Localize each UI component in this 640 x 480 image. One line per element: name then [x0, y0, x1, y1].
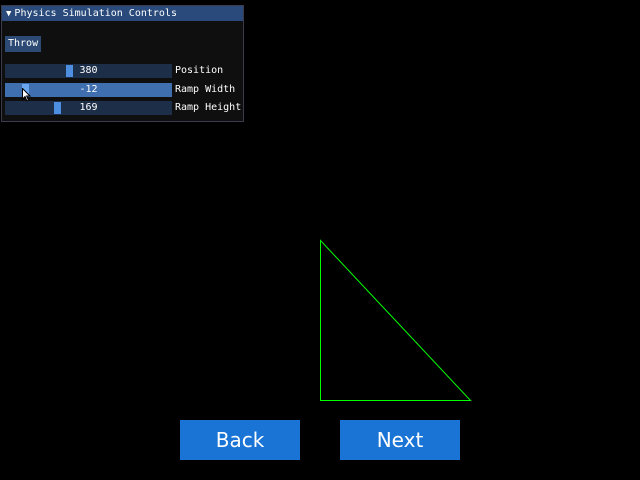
collapse-arrow-icon[interactable]: ▼	[6, 7, 11, 22]
panel-header[interactable]: ▼ Physics Simulation Controls	[2, 6, 243, 21]
back-button[interactable]: Back	[180, 420, 300, 460]
mouse-cursor-icon	[22, 88, 32, 102]
slider-value: 380	[79, 65, 98, 76]
slider-label: Ramp Width	[175, 84, 236, 95]
throw-button[interactable]: Throw	[5, 36, 42, 52]
next-button[interactable]: Next	[340, 420, 460, 460]
slider-value: 169	[79, 102, 98, 113]
position-slider[interactable]: 380	[5, 64, 172, 78]
slider-label: Ramp Height	[175, 102, 242, 113]
panel-title: Physics Simulation Controls	[14, 8, 177, 19]
ramp-triangle	[320, 239, 472, 401]
ramp-height-slider[interactable]: 169	[5, 101, 172, 115]
slider-label: Position	[175, 65, 224, 76]
